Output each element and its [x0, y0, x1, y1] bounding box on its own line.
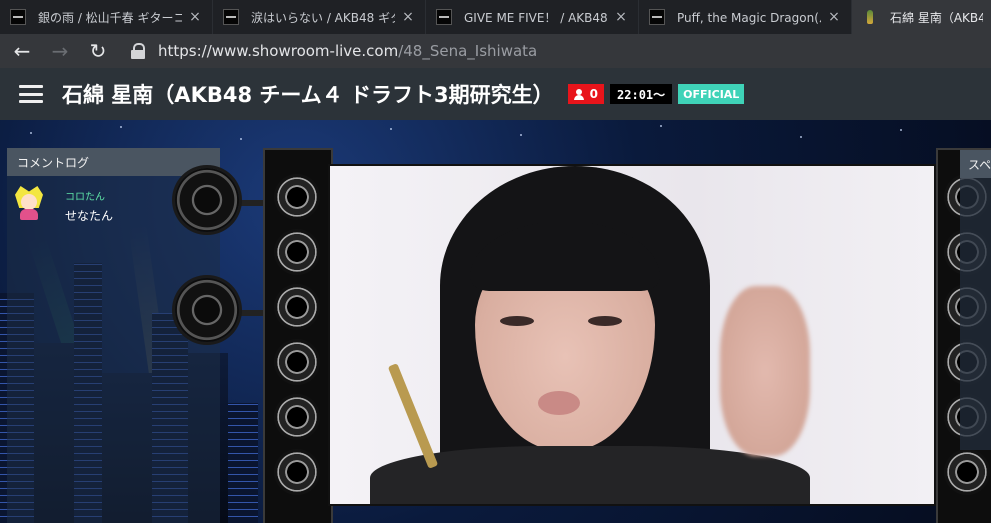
tab-close-icon[interactable]: ×: [827, 9, 841, 25]
side-panel[interactable]: スペ: [960, 150, 991, 450]
page-title: 石綿 星南（AKB48 チーム４ ドラフト3期研究生）: [62, 83, 554, 107]
hamburger-menu-icon[interactable]: [19, 85, 43, 103]
speaker-icon: [944, 449, 990, 495]
speaker-icon: [175, 278, 239, 342]
browser-tab-strip: 銀の雨 / 松山千春 ギターコード × 涙はいらない / AKB48 ギターコー…: [0, 0, 991, 34]
speaker-icon: [274, 174, 320, 220]
video-subject-eye: [500, 316, 534, 326]
comment-text: せなたん: [65, 209, 114, 223]
background-star: [900, 129, 902, 131]
speaker-icon: [274, 284, 320, 330]
video-subject-eye: [588, 316, 622, 326]
video-subject-hand: [720, 286, 810, 456]
site-favicon-icon: [436, 9, 452, 25]
video-subject-shirt: [370, 446, 810, 504]
browser-tab-active[interactable]: 石綿 星南（AKB48 チ: [852, 0, 991, 34]
speaker-icon: [274, 339, 320, 385]
url-text[interactable]: https://www.showroom-live.com/48_Sena_Is…: [158, 42, 537, 60]
background-star: [390, 128, 392, 130]
city-building: [228, 403, 258, 523]
site-favicon-icon: [223, 9, 239, 25]
browser-tab-3[interactable]: GIVE ME FIVE！ / AKB48 ギ ×: [426, 0, 639, 34]
bottle-favicon-icon: [862, 9, 878, 25]
live-video-player[interactable]: [328, 164, 936, 506]
person-icon: [573, 88, 584, 100]
side-panel-header: スペ: [960, 150, 991, 178]
tab-title: GIVE ME FIVE！ / AKB48 ギ: [464, 10, 608, 25]
live-stage: コメントログ コロたん せなたん スペ: [0, 120, 991, 523]
tab-close-icon[interactable]: ×: [401, 9, 415, 25]
tab-close-icon[interactable]: ×: [188, 9, 202, 25]
tab-title: Puff, the Magic Dragon(パフ: [677, 10, 821, 25]
speaker-icon: [274, 229, 320, 275]
lock-icon[interactable]: [130, 43, 146, 59]
forward-arrow-icon[interactable]: →: [44, 35, 76, 67]
speaker-icon: [274, 449, 320, 495]
browser-tab-2[interactable]: 涙はいらない / AKB48 ギターコード ×: [213, 0, 426, 34]
background-star: [660, 125, 662, 127]
viewer-count-badge: 0: [567, 84, 605, 104]
start-time-badge: 22:01〜: [610, 84, 673, 104]
background-star: [520, 134, 522, 136]
video-subject-lips: [538, 391, 580, 415]
viewer-count: 0: [589, 87, 599, 101]
tab-title: 涙はいらない / AKB48 ギターコード: [251, 10, 395, 25]
url-path: /48_Sena_Ishiwata: [398, 42, 538, 60]
background-star: [30, 132, 32, 134]
back-arrow-icon[interactable]: ←: [6, 35, 38, 67]
site-favicon-icon: [649, 9, 665, 25]
background-star: [240, 138, 242, 140]
official-badge: OFFICIAL: [678, 84, 745, 104]
speaker-icon: [274, 394, 320, 440]
avatar[interactable]: [13, 186, 45, 220]
comment-username: コロたん: [65, 192, 105, 203]
browser-toolbar: ← → ↻ https://www.showroom-live.com/48_S…: [0, 34, 991, 68]
site-header: 石綿 星南（AKB48 チーム４ ドラフト3期研究生） 0 22:01〜 OFF…: [0, 68, 991, 120]
background-star: [120, 126, 122, 128]
tab-close-icon[interactable]: ×: [614, 9, 628, 25]
site-favicon-icon: [10, 9, 26, 25]
background-star: [800, 136, 802, 138]
browser-tab-1[interactable]: 銀の雨 / 松山千春 ギターコード ×: [0, 0, 213, 34]
browser-tab-4[interactable]: Puff, the Magic Dragon(パフ ×: [639, 0, 852, 34]
tab-title: 石綿 星南（AKB48 チ: [890, 10, 983, 25]
address-bar[interactable]: https://www.showroom-live.com/48_Sena_Is…: [130, 35, 991, 67]
reload-icon[interactable]: ↻: [82, 35, 114, 67]
tab-title: 銀の雨 / 松山千春 ギターコード: [38, 10, 182, 25]
comment-log-header: コメントログ: [7, 148, 220, 176]
speaker-icon: [175, 168, 239, 232]
url-host: https://www.showroom-live.com: [158, 42, 399, 60]
